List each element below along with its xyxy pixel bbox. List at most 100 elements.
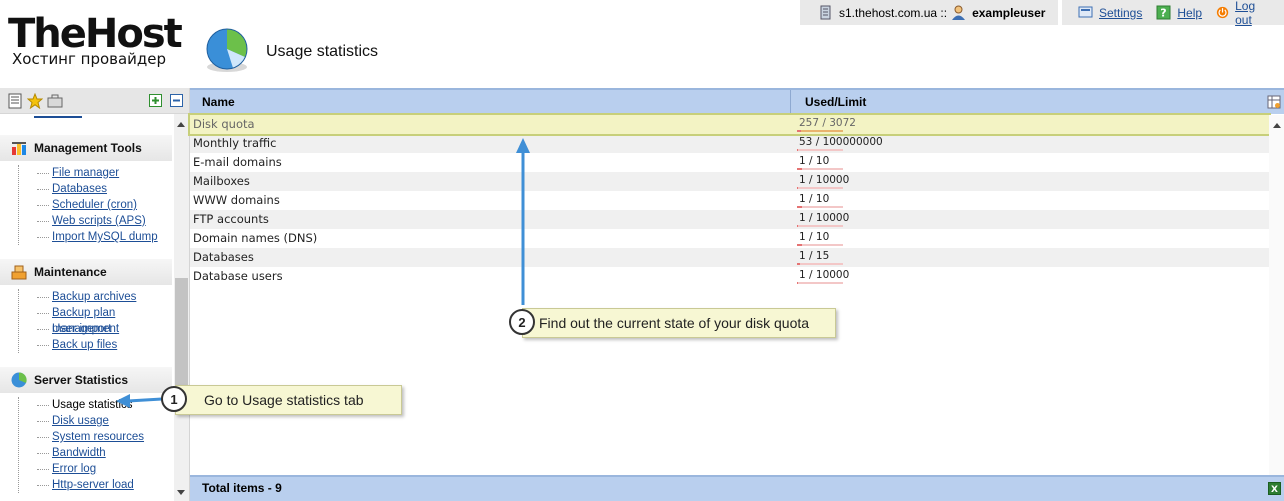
scroll-up-arrow-icon[interactable] bbox=[177, 122, 185, 127]
step-number: 1 bbox=[161, 386, 187, 412]
sidebar-item-usage-statistics[interactable]: Usage statistics bbox=[37, 397, 172, 413]
sidebar-item-backup-plan[interactable]: Backup plan management bbox=[37, 305, 172, 335]
expand-all-button[interactable] bbox=[149, 94, 162, 107]
usage-bar bbox=[797, 149, 843, 151]
column-header-name[interactable]: Name bbox=[190, 90, 791, 114]
group-title: Maintenance bbox=[34, 265, 107, 279]
sidebar-link[interactable]: Import MySQL dump bbox=[52, 231, 158, 243]
help-icon: ? bbox=[1156, 5, 1171, 20]
list-view-icon[interactable] bbox=[7, 93, 23, 109]
sidebar-item-system-resources[interactable]: System resources bbox=[37, 429, 172, 445]
collapse-all-button[interactable] bbox=[170, 94, 183, 107]
sidebar-link[interactable]: Bandwidth bbox=[52, 447, 106, 459]
usage-bar bbox=[797, 168, 843, 170]
usage-statistics-icon bbox=[206, 28, 248, 72]
sidebar-item-backup-archives[interactable]: Backup archives bbox=[37, 289, 172, 305]
sidebar-item-error-log[interactable]: Error log bbox=[37, 461, 172, 477]
cell-used: 1 / 10 bbox=[791, 229, 1261, 248]
table-row[interactable]: Domain names (DNS) 1 / 10 bbox=[190, 229, 1269, 248]
settings-label[interactable]: Settings bbox=[1099, 6, 1142, 20]
sidebar-item-scheduler[interactable]: Scheduler (cron) bbox=[37, 197, 172, 213]
sidebar-link[interactable]: System resources bbox=[52, 431, 144, 443]
cell-used: 1 / 10000 bbox=[791, 210, 1261, 229]
table-row[interactable]: WWW domains 1 / 10 bbox=[190, 191, 1269, 210]
cell-name: Database users bbox=[193, 269, 283, 283]
table-row[interactable]: Disk quota 257 / 3072 bbox=[188, 113, 1271, 136]
usage-bar-fill bbox=[797, 187, 798, 189]
table-row[interactable]: Database users 1 / 10000 bbox=[190, 267, 1269, 286]
group-title: Management Tools bbox=[34, 141, 142, 155]
sidebar-item-bandwidth[interactable]: Bandwidth bbox=[37, 445, 172, 461]
favorites-star-icon[interactable] bbox=[27, 92, 43, 109]
logout-label[interactable]: Log out bbox=[1235, 0, 1270, 27]
step-number: 2 bbox=[509, 309, 535, 335]
callout-text: Find out the current state of your disk … bbox=[539, 315, 810, 331]
sidebar-item-disk-usage[interactable]: Disk usage bbox=[37, 413, 172, 429]
sidebar-link[interactable]: Disk usage bbox=[52, 415, 109, 427]
group-header[interactable]: Management Tools bbox=[0, 135, 172, 161]
scroll-up-arrow-icon[interactable] bbox=[1273, 123, 1281, 128]
callout-text: Go to Usage statistics tab bbox=[204, 392, 364, 408]
sidebar-item-back-up-files[interactable]: Back up files bbox=[37, 337, 172, 353]
group-header[interactable]: Maintenance bbox=[0, 259, 172, 285]
server-icon bbox=[820, 5, 831, 20]
group-header[interactable]: Server Statistics bbox=[0, 367, 172, 393]
logout-link[interactable]: Log out bbox=[1216, 0, 1284, 27]
cell-used: 1 / 10 bbox=[791, 153, 1261, 172]
sidebar-link[interactable]: User import bbox=[52, 323, 111, 335]
callout-step-1: 1 Go to Usage statistics tab bbox=[161, 385, 402, 415]
plus-icon bbox=[152, 97, 159, 104]
minus-icon bbox=[173, 99, 180, 102]
sidebar-item-import-mysql[interactable]: Import MySQL dump bbox=[37, 229, 172, 245]
sidebar-link[interactable]: Back up files bbox=[52, 339, 117, 351]
group-items: File manager Databases Scheduler (cron) … bbox=[18, 165, 172, 245]
column-header-used-limit[interactable]: Used/Limit bbox=[791, 90, 1261, 114]
sidebar-link[interactable]: Web scripts (APS) bbox=[52, 215, 146, 227]
usage-bar bbox=[797, 282, 843, 284]
table-row[interactable]: FTP accounts 1 / 10000 bbox=[190, 210, 1269, 229]
briefcase-icon[interactable] bbox=[47, 93, 63, 109]
sidebar-item-user-import[interactable]: User import bbox=[37, 321, 172, 337]
sidebar-link[interactable]: File manager bbox=[52, 167, 119, 179]
sidebar-link[interactable]: Http-server load bbox=[52, 479, 134, 491]
sidebar-link[interactable]: Backup archives bbox=[52, 291, 136, 303]
help-label[interactable]: Help bbox=[1177, 6, 1202, 20]
sidebar-item-http-server-load[interactable]: Http-server load bbox=[37, 477, 172, 493]
sidebar-scrollbar[interactable] bbox=[174, 114, 189, 501]
svg-text:X: X bbox=[1271, 485, 1278, 495]
sidebar-item-file-manager[interactable]: File manager bbox=[37, 165, 172, 181]
used-value: 1 / 10 bbox=[799, 155, 830, 167]
sidebar-item-web-scripts[interactable]: Web scripts (APS) bbox=[37, 213, 172, 229]
table-row[interactable]: E-mail domains 1 / 10 bbox=[190, 153, 1269, 172]
sidebar-item-databases[interactable]: Databases bbox=[37, 181, 172, 197]
table-header: Name Used/Limit bbox=[190, 88, 1284, 114]
help-link[interactable]: ? Help bbox=[1156, 5, 1216, 20]
table-settings-icon[interactable] bbox=[1267, 95, 1281, 109]
scroll-down-arrow-icon[interactable] bbox=[177, 490, 185, 495]
usage-bar-fill bbox=[797, 130, 801, 132]
table-row[interactable]: Mailboxes 1 / 10000 bbox=[190, 172, 1269, 191]
used-value: 1 / 10000 bbox=[799, 212, 850, 224]
username: exampleuser bbox=[972, 5, 1046, 20]
group-items: Backup archives Backup plan management U… bbox=[18, 289, 172, 353]
sidebar-link[interactable]: Scheduler (cron) bbox=[52, 199, 137, 211]
cell-used: 1 / 15 bbox=[791, 248, 1261, 267]
table-scrollbar[interactable] bbox=[1269, 115, 1284, 475]
scrolled-item-remnant bbox=[34, 116, 82, 118]
user-icon bbox=[952, 5, 966, 20]
table-footer: Total items - 9 X bbox=[190, 475, 1284, 501]
tools-icon bbox=[12, 142, 26, 155]
sidebar: Management Tools File manager Databases … bbox=[0, 88, 190, 501]
cell-used: 1 / 10 bbox=[791, 191, 1261, 210]
sidebar-link[interactable]: Databases bbox=[52, 183, 107, 195]
usage-bar-fill bbox=[797, 263, 800, 265]
export-excel-icon[interactable]: X bbox=[1268, 482, 1281, 495]
table-row[interactable]: Databases 1 / 15 bbox=[190, 248, 1269, 267]
table-row[interactable]: Monthly traffic 53 / 100000000 bbox=[190, 134, 1269, 153]
settings-link[interactable]: Settings bbox=[1078, 5, 1156, 20]
sidebar-link-active[interactable]: Usage statistics bbox=[52, 399, 133, 411]
used-value: 1 / 10000 bbox=[799, 174, 850, 186]
sidebar-link[interactable]: Error log bbox=[52, 463, 96, 475]
usage-bar bbox=[797, 244, 843, 246]
cell-used: 53 / 100000000 bbox=[791, 134, 1261, 153]
